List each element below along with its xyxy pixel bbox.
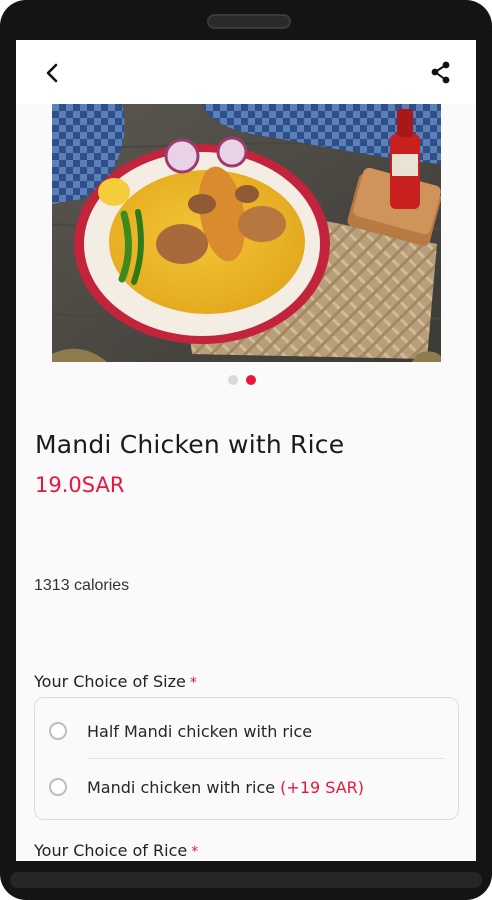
option-label: Mandi chicken with rice (+19 SAR)	[87, 778, 364, 797]
rice-section-label: Your Choice of Rice	[34, 841, 188, 860]
option-divider	[87, 758, 444, 759]
option-extra-price: (+19 SAR)	[280, 778, 365, 797]
option-name: Half Mandi chicken with rice	[87, 722, 313, 741]
product-image[interactable]	[52, 104, 441, 362]
back-button[interactable]	[38, 58, 68, 88]
share-button[interactable]	[426, 58, 456, 88]
size-section-label: Your Choice of Size	[34, 672, 186, 691]
screen: Mandi Chicken with Rice 19.0SAR 1313 cal…	[16, 40, 476, 861]
required-marker: *	[189, 675, 197, 691]
product-price: 19.0SAR	[35, 473, 125, 497]
carousel-dot-1[interactable]	[228, 375, 238, 385]
size-options-card: Half Mandi chicken with rice Mandi chick…	[34, 697, 459, 820]
phone-bottom-bar	[10, 872, 482, 888]
size-option-full[interactable]: Mandi chicken with rice (+19 SAR)	[35, 760, 458, 816]
phone-speaker	[207, 14, 291, 29]
option-name: Mandi chicken with rice	[87, 778, 276, 797]
food-photo	[52, 104, 441, 362]
product-title: Mandi Chicken with Rice	[35, 430, 345, 459]
required-marker: *	[191, 844, 199, 860]
app-bar	[16, 40, 476, 104]
phone-frame: Mandi Chicken with Rice 19.0SAR 1313 cal…	[0, 0, 492, 900]
carousel-dot-2-active[interactable]	[246, 375, 256, 385]
radio-button[interactable]	[49, 778, 67, 796]
size-section-title: Your Choice of Size *	[34, 672, 197, 691]
arrow-back-icon	[46, 63, 58, 83]
rice-section-title: Your Choice of Rice *	[34, 841, 198, 860]
option-label: Half Mandi chicken with rice	[87, 722, 312, 741]
size-option-half[interactable]: Half Mandi chicken with rice	[35, 704, 458, 760]
radio-button[interactable]	[49, 722, 67, 740]
share-icon	[431, 61, 450, 84]
product-calories: 1313 calories	[34, 577, 130, 594]
